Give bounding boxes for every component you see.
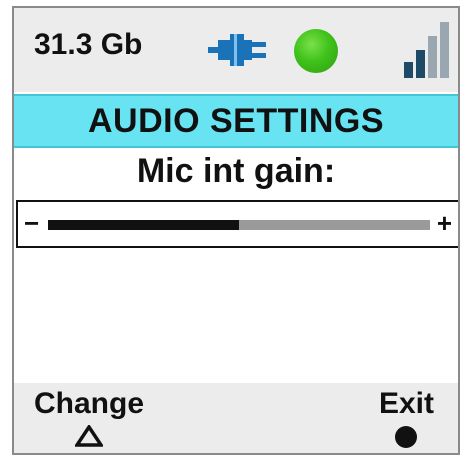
decrease-label: −: [24, 208, 40, 238]
change-softkey[interactable]: Change: [34, 387, 144, 447]
change-softkey-label: Change: [34, 387, 145, 420]
title-bar: AUDIO SETTINGS: [14, 94, 458, 148]
slider-fill: [48, 220, 239, 230]
status-indicator-dot: [294, 29, 338, 73]
exit-softkey[interactable]: Exit: [379, 387, 434, 449]
device-screen: 31.3 Gb AUDIO SETTINGS Mic int gain: − +: [12, 6, 460, 455]
increase-label: +: [436, 208, 452, 238]
gain-slider[interactable]: − +: [16, 200, 458, 248]
page-title: AUDIO SETTINGS: [87, 101, 385, 140]
setting-label: Mic int gain:: [136, 152, 336, 190]
exit-softkey-label: Exit: [378, 387, 434, 420]
storage-indicator: 31.3 Gb: [34, 28, 143, 61]
filled-circle-icon: [395, 426, 418, 448]
signal-bars-icon: [404, 22, 449, 78]
plug-icon: [208, 34, 266, 66]
slider-track[interactable]: [48, 220, 430, 230]
softkey-bar: Change Exit: [14, 383, 458, 453]
status-bar: 31.3 Gb: [14, 8, 458, 92]
triangle-up-icon: [75, 425, 103, 447]
